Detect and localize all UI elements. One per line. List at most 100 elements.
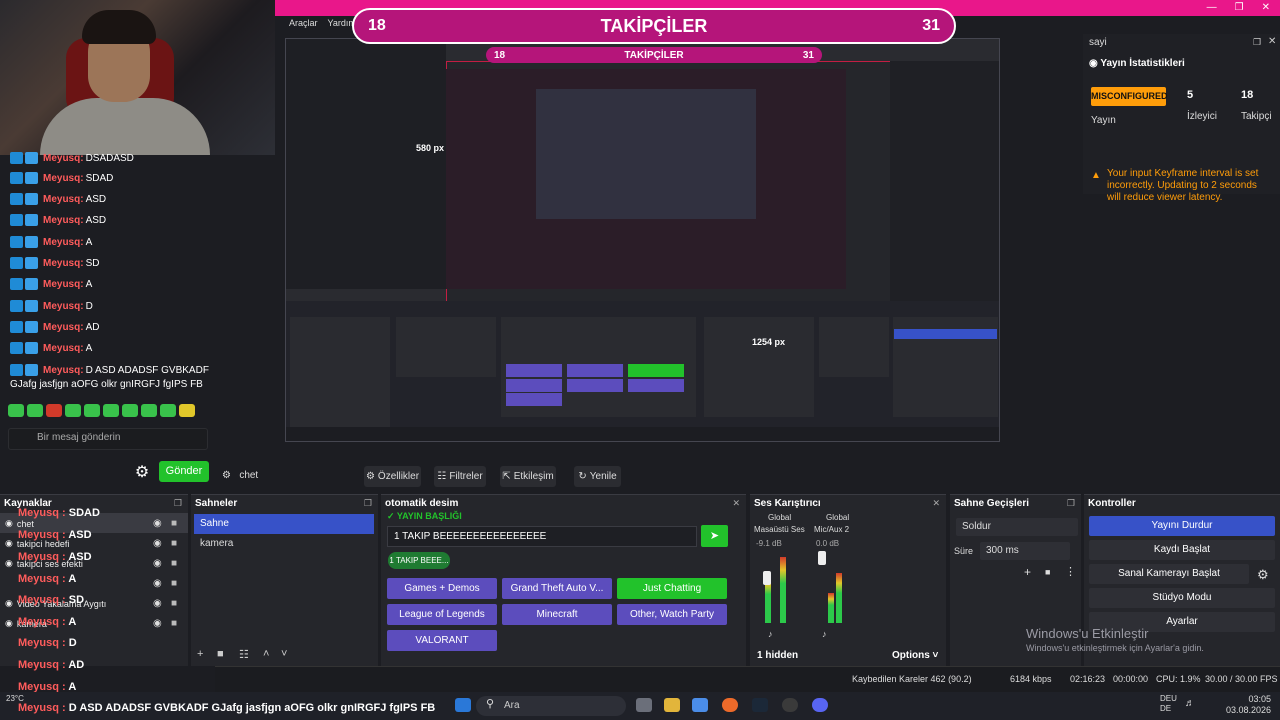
- category-button[interactable]: Other, Watch Party: [617, 604, 727, 625]
- volume-fader[interactable]: [818, 551, 826, 565]
- studio-mode-button[interactable]: Stüdyo Modu: [1089, 588, 1275, 608]
- lock-icon[interactable]: ■: [171, 538, 177, 549]
- interact-icon: ⇱: [502, 471, 511, 482]
- dock-float-icon[interactable]: ❐: [364, 498, 372, 509]
- chat-message: Meyusq: ASD: [10, 214, 106, 226]
- stats-dock-title: sayi: [1089, 37, 1107, 48]
- close-icon[interactable]: ✕: [1262, 2, 1270, 13]
- chat-message: Meyusq: AD: [10, 321, 99, 333]
- stop-streaming-button[interactable]: Yayını Durdur: [1089, 516, 1275, 536]
- category-button[interactable]: VALORANT: [387, 630, 497, 651]
- lock-icon[interactable]: ■: [171, 618, 177, 629]
- start-menu-icon[interactable]: [455, 698, 471, 712]
- nested-banner-right: 31: [802, 49, 814, 61]
- interact-button[interactable]: ⇱ Etkileşim: [500, 466, 556, 487]
- properties-button[interactable]: ⚙ Özellikler: [364, 466, 421, 487]
- chat-send-button[interactable]: Gönder: [159, 461, 209, 482]
- scene-item-kamera[interactable]: kamera: [194, 534, 374, 554]
- minimize-icon[interactable]: —: [1207, 2, 1217, 13]
- taskbar-search[interactable]: Ara: [476, 696, 626, 716]
- obs-icon[interactable]: [782, 698, 798, 712]
- selected-source[interactable]: ⚙ chet: [222, 470, 258, 481]
- file-explorer-icon[interactable]: [664, 698, 680, 712]
- source-item-chet[interactable]: ◉ chet: [5, 518, 34, 529]
- window-controls: — ❐ ✕: [1207, 2, 1270, 13]
- visibility-eye-icon[interactable]: ◉: [153, 598, 162, 609]
- stream-title-input[interactable]: 1 TAKIP BEEEEEEEEEEEEEEEE: [387, 526, 697, 547]
- chat-message: Meyusq: ASD: [10, 193, 106, 205]
- category-button[interactable]: Games + Demos: [387, 578, 497, 599]
- scenes-dock: Sahneler ❐ Sahne kamera + ■ ☷ ˄ ˅: [191, 494, 378, 666]
- visibility-eye-icon[interactable]: ◉: [153, 618, 162, 629]
- speaker-icon[interactable]: ♬: [1185, 698, 1195, 709]
- firefox-icon[interactable]: [722, 698, 738, 712]
- visibility-eye-icon[interactable]: ◉: [153, 518, 162, 529]
- webcam-feed: [0, 0, 275, 155]
- dock-float-icon[interactable]: ❐: [1067, 498, 1075, 509]
- visibility-eye-icon[interactable]: ◉: [153, 538, 162, 549]
- menu-item-tools[interactable]: Araçlar: [289, 18, 318, 28]
- dock-float-icon[interactable]: ❐: [1253, 37, 1261, 48]
- add-scene-icon[interactable]: +: [197, 648, 203, 660]
- nested-banner-label: TAKİPÇİLER: [624, 49, 684, 61]
- category-button[interactable]: Grand Theft Auto V...: [502, 578, 612, 599]
- preview-canvas[interactable]: 18 TAKİPÇİLER 31: [285, 38, 1000, 442]
- measure-label-horizontal: 1254 px: [752, 337, 786, 347]
- title-send-button[interactable]: ➤: [701, 525, 728, 547]
- controls-dock-title: Kontroller: [1088, 498, 1136, 509]
- scene-filter-icon[interactable]: ☷: [239, 648, 249, 661]
- remove-transition-icon[interactable]: ■: [1045, 567, 1050, 577]
- discord-icon[interactable]: [812, 698, 828, 712]
- volume-fader[interactable]: [763, 571, 771, 585]
- remove-scene-icon[interactable]: ■: [217, 648, 224, 660]
- refresh-button[interactable]: ↻ Yenile: [574, 466, 621, 487]
- dock-close-icon[interactable]: ✕: [732, 498, 740, 509]
- category-button-active[interactable]: Just Chatting: [617, 578, 727, 599]
- mixer-tab-global-a[interactable]: Global: [768, 513, 791, 522]
- move-up-icon[interactable]: ˄: [263, 648, 269, 660]
- chat-message: Meyusq: DSADASD: [10, 152, 134, 164]
- title-preview-chip[interactable]: 1 TAKIP BEEE...: [388, 552, 450, 569]
- mixer-options-button[interactable]: Options ˅: [892, 650, 938, 661]
- chat-message-input[interactable]: Bir mesaj gönderin: [8, 428, 208, 450]
- mixer-tab-global-b[interactable]: Global: [826, 513, 849, 522]
- input-language[interactable]: DEU DE: [1160, 694, 1177, 714]
- lock-icon[interactable]: ■: [171, 598, 177, 609]
- virtual-camera-gear-icon[interactable]: ⚙: [1257, 567, 1269, 583]
- chat-settings-gear-icon[interactable]: ⚙: [133, 462, 151, 481]
- mixer-hidden-count[interactable]: 1 hidden: [757, 650, 798, 661]
- audio-mixer-title: Ses Karıştırıcı: [754, 498, 821, 509]
- dock-float-icon[interactable]: ❐: [174, 498, 182, 509]
- follower-goal-banner: 18 TAKİPÇİLER 31: [352, 8, 956, 44]
- dock-close-icon[interactable]: ✕: [932, 498, 940, 509]
- filter-icon: ☷: [437, 471, 447, 482]
- mute-speaker-icon[interactable]: ♪: [822, 629, 827, 639]
- lock-icon[interactable]: ■: [171, 518, 177, 529]
- start-recording-button[interactable]: Kaydı Başlat: [1089, 540, 1275, 560]
- lock-icon[interactable]: ■: [171, 578, 177, 589]
- steam-icon[interactable]: [752, 698, 768, 712]
- move-down-icon[interactable]: ˅: [281, 648, 287, 660]
- overlay-chat-message: Meyusq : ASD: [18, 529, 92, 541]
- transition-type-select[interactable]: Soldur: [956, 518, 1078, 536]
- dock-close-icon[interactable]: ✕: [1268, 36, 1276, 47]
- store-icon[interactable]: [692, 698, 708, 712]
- taskbar-clock[interactable]: 03:05 03.08.2026: [1221, 694, 1271, 716]
- overlay-chat-message: Meyusq : A: [18, 573, 77, 585]
- task-view-icon[interactable]: [636, 698, 652, 712]
- warning-icon: ▲: [1091, 170, 1101, 181]
- lock-icon[interactable]: ■: [171, 558, 177, 569]
- scene-item-sahne[interactable]: Sahne: [194, 514, 374, 534]
- visibility-eye-icon[interactable]: ◉: [153, 578, 162, 589]
- restore-icon[interactable]: ❐: [1235, 2, 1244, 13]
- duration-input[interactable]: 300 ms: [980, 542, 1070, 560]
- add-transition-icon[interactable]: +: [1024, 565, 1031, 579]
- audio-mixer-dock: Ses Karıştırıcı ✕ Global Global Masaüstü…: [750, 494, 946, 666]
- category-button[interactable]: League of Legends: [387, 604, 497, 625]
- mute-speaker-icon[interactable]: ♪: [768, 629, 773, 639]
- start-virtual-camera-button[interactable]: Sanal Kamerayı Başlat: [1089, 564, 1249, 584]
- category-button[interactable]: Minecraft: [502, 604, 612, 625]
- visibility-eye-icon[interactable]: ◉: [153, 558, 162, 569]
- filters-button[interactable]: ☷ Filtreler: [434, 466, 486, 487]
- transition-menu-icon[interactable]: ⋮: [1065, 565, 1076, 578]
